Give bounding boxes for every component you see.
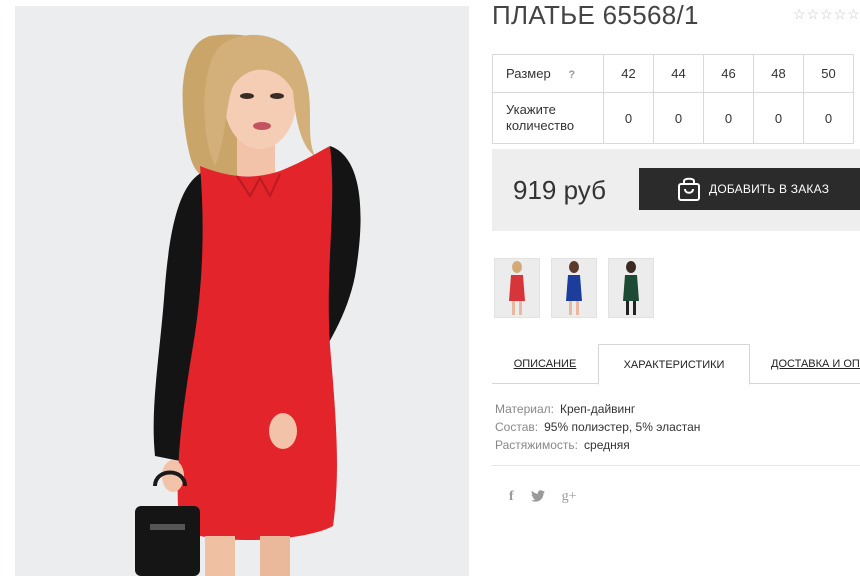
composition-value: 95% полиэстер, 5% эластан <box>544 420 701 434</box>
thumbnail-red-dress[interactable] <box>494 258 540 318</box>
size-50: 50 <box>803 54 854 93</box>
star-icon[interactable]: ☆ <box>834 6 847 22</box>
characteristic-row: Растяжимость: средняя <box>495 436 700 454</box>
tab-delivery-payment[interactable]: ДОСТАВКА И ОПЛ <box>750 344 860 383</box>
stretch-key: Растяжимость: <box>495 438 579 452</box>
material-key: Материал: <box>495 402 554 416</box>
thumbnail-green-dress[interactable] <box>608 258 654 318</box>
size-46: 46 <box>703 54 754 93</box>
add-to-order-label: ДОБАВИТЬ В ЗАКАЗ <box>709 182 830 196</box>
star-icon[interactable]: ☆ <box>807 6 820 22</box>
facebook-icon[interactable]: f <box>509 489 514 505</box>
add-to-order-button[interactable]: ДОБАВИТЬ В ЗАКАЗ <box>639 168 860 210</box>
tab-delivery-label: ДОСТАВКА И ОПЛ <box>771 357 860 370</box>
tab-description-label: ОПИСАНИЕ <box>513 357 577 370</box>
quantity-input-42[interactable]: 0 <box>603 92 654 144</box>
material-value: Креп-дайвинг <box>559 402 636 416</box>
price-box: 919 руб ДОБАВИТЬ В ЗАКАЗ <box>492 149 860 231</box>
star-icon[interactable]: ☆ <box>820 6 833 22</box>
quantity-input-48[interactable]: 0 <box>753 92 804 144</box>
divider <box>492 465 860 466</box>
quantity-input-46[interactable]: 0 <box>703 92 754 144</box>
size-quantity-table: Размер ? 42 44 46 48 50 Укажите количест… <box>492 54 854 144</box>
shopping-bag-icon <box>677 176 701 202</box>
size-label: Размер <box>506 66 551 81</box>
social-share: f g+ <box>509 489 577 505</box>
characteristic-row: Состав: 95% полиэстер, 5% эластан <box>495 418 700 436</box>
quantity-input-44[interactable]: 0 <box>653 92 704 144</box>
stretch-value: средняя <box>584 438 630 452</box>
composition-key: Состав: <box>495 420 539 434</box>
star-icon[interactable]: ☆ <box>847 6 860 22</box>
price: 919 руб <box>513 175 606 205</box>
product-main-photo[interactable] <box>15 6 469 576</box>
product-title: ПЛАТЬЕ 65568/1 <box>492 0 699 30</box>
star-icon[interactable]: ☆ <box>793 6 806 22</box>
twitter-icon[interactable] <box>530 489 545 505</box>
quantity-input-50[interactable]: 0 <box>803 92 854 144</box>
quantity-label: Укажите количество <box>492 92 604 144</box>
characteristics-list: Материал: Креп-дайвинг Состав: 95% полиэст… <box>495 400 700 454</box>
size-label-cell: Размер ? <box>492 54 604 93</box>
color-thumbnails <box>494 258 654 318</box>
model-in-red-dress-image <box>15 6 469 576</box>
googleplus-icon[interactable]: g+ <box>562 489 577 505</box>
size-44: 44 <box>653 54 704 93</box>
product-tabs: ОПИСАНИЕ ХАРАКТЕРИСТИКИ ДОСТАВКА И ОПЛ <box>492 344 860 385</box>
rating-stars[interactable]: ☆ ☆ ☆ ☆ ☆ <box>793 6 860 22</box>
tab-characteristics-label: ХАРАКТЕРИСТИКИ <box>623 358 725 371</box>
characteristic-row: Материал: Креп-дайвинг <box>495 400 700 418</box>
tab-characteristics[interactable]: ХАРАКТЕРИСТИКИ <box>598 344 750 385</box>
size-help-icon[interactable]: ? <box>568 69 575 81</box>
quantity-row: Укажите количество 0 0 0 0 0 <box>492 92 854 144</box>
size-row: Размер ? 42 44 46 48 50 <box>492 54 854 93</box>
size-48: 48 <box>753 54 804 93</box>
tab-description[interactable]: ОПИСАНИЕ <box>492 344 598 383</box>
thumbnail-blue-dress[interactable] <box>551 258 597 318</box>
size-42: 42 <box>603 54 654 93</box>
